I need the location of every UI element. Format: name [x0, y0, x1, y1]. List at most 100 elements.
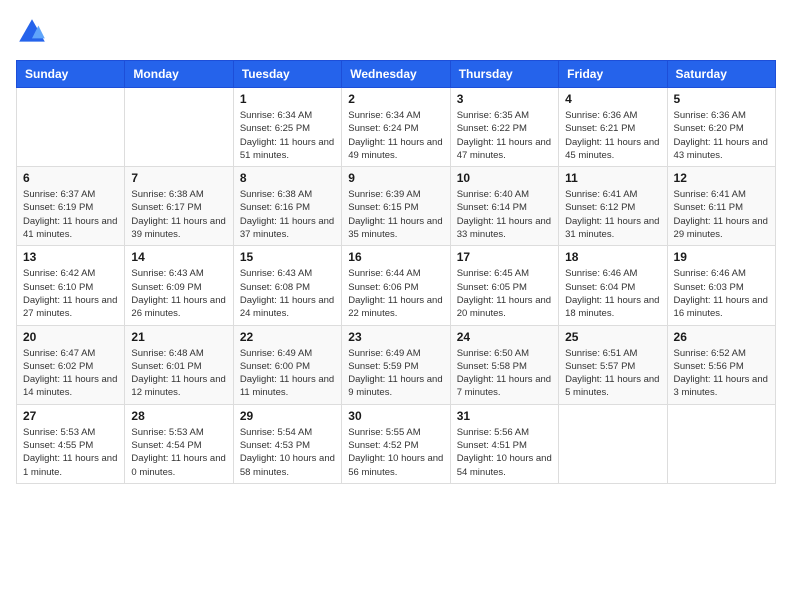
day-info: Sunrise: 6:35 AM Sunset: 6:22 PM Dayligh…: [457, 109, 552, 162]
calendar-cell: 20 Sunrise: 6:47 AM Sunset: 6:02 PM Dayli…: [17, 325, 125, 404]
calendar-cell: 9 Sunrise: 6:39 AM Sunset: 6:15 PM Daylig…: [342, 167, 450, 246]
calendar-cell: 26 Sunrise: 6:52 AM Sunset: 5:56 PM Dayli…: [667, 325, 775, 404]
day-number: 1: [240, 92, 335, 106]
calendar-cell: 4 Sunrise: 6:36 AM Sunset: 6:21 PM Daylig…: [559, 88, 667, 167]
day-info: Sunrise: 6:42 AM Sunset: 6:10 PM Dayligh…: [23, 267, 118, 320]
day-number: 22: [240, 330, 335, 344]
day-number: 20: [23, 330, 118, 344]
day-info: Sunrise: 6:44 AM Sunset: 6:06 PM Dayligh…: [348, 267, 443, 320]
calendar-cell: 11 Sunrise: 6:41 AM Sunset: 6:12 PM Dayli…: [559, 167, 667, 246]
day-info: Sunrise: 6:50 AM Sunset: 5:58 PM Dayligh…: [457, 347, 552, 400]
calendar-cell: 10 Sunrise: 6:40 AM Sunset: 6:14 PM Dayli…: [450, 167, 558, 246]
day-info: Sunrise: 5:54 AM Sunset: 4:53 PM Dayligh…: [240, 426, 335, 479]
day-info: Sunrise: 6:34 AM Sunset: 6:25 PM Dayligh…: [240, 109, 335, 162]
day-number: 26: [674, 330, 769, 344]
day-number: 9: [348, 171, 443, 185]
day-of-week-header: Tuesday: [233, 61, 341, 88]
calendar-cell: [17, 88, 125, 167]
day-info: Sunrise: 6:51 AM Sunset: 5:57 PM Dayligh…: [565, 347, 660, 400]
day-number: 13: [23, 250, 118, 264]
day-number: 30: [348, 409, 443, 423]
day-info: Sunrise: 6:43 AM Sunset: 6:08 PM Dayligh…: [240, 267, 335, 320]
day-info: Sunrise: 6:40 AM Sunset: 6:14 PM Dayligh…: [457, 188, 552, 241]
day-number: 24: [457, 330, 552, 344]
calendar-cell: 19 Sunrise: 6:46 AM Sunset: 6:03 PM Dayli…: [667, 246, 775, 325]
day-info: Sunrise: 6:39 AM Sunset: 6:15 PM Dayligh…: [348, 188, 443, 241]
calendar-cell: 21 Sunrise: 6:48 AM Sunset: 6:01 PM Dayli…: [125, 325, 233, 404]
day-of-week-header: Saturday: [667, 61, 775, 88]
day-number: 19: [674, 250, 769, 264]
day-number: 21: [131, 330, 226, 344]
calendar-cell: 17Sunrise: 6:45 AM Sunset: 6:05 PM Dayli…: [450, 246, 558, 325]
day-info: Sunrise: 6:38 AM Sunset: 6:17 PM Dayligh…: [131, 188, 226, 241]
logo: [16, 16, 52, 48]
day-number: 16: [348, 250, 443, 264]
day-info: Sunrise: 6:36 AM Sunset: 6:21 PM Dayligh…: [565, 109, 660, 162]
calendar-cell: 6Sunrise: 6:37 AM Sunset: 6:19 PM Daylig…: [17, 167, 125, 246]
day-number: 10: [457, 171, 552, 185]
calendar-cell: 23 Sunrise: 6:49 AM Sunset: 5:59 PM Dayli…: [342, 325, 450, 404]
calendar-cell: 8Sunrise: 6:38 AM Sunset: 6:16 PM Daylig…: [233, 167, 341, 246]
calendar-table: SundayMondayTuesdayWednesdayThursdayFrid…: [16, 60, 776, 484]
day-info: Sunrise: 5:53 AM Sunset: 4:55 PM Dayligh…: [23, 426, 118, 479]
calendar-week-row: 13 Sunrise: 6:42 AM Sunset: 6:10 PM Dayli…: [17, 246, 776, 325]
day-info: Sunrise: 6:34 AM Sunset: 6:24 PM Dayligh…: [348, 109, 443, 162]
calendar-cell: [667, 404, 775, 483]
calendar-cell: 31Sunrise: 5:56 AM Sunset: 4:51 PM Dayli…: [450, 404, 558, 483]
day-number: 23: [348, 330, 443, 344]
day-number: 12: [674, 171, 769, 185]
calendar-cell: [125, 88, 233, 167]
day-of-week-header: Sunday: [17, 61, 125, 88]
day-info: Sunrise: 6:49 AM Sunset: 5:59 PM Dayligh…: [348, 347, 443, 400]
day-info: Sunrise: 6:52 AM Sunset: 5:56 PM Dayligh…: [674, 347, 769, 400]
calendar-cell: 2Sunrise: 6:34 AM Sunset: 6:24 PM Daylig…: [342, 88, 450, 167]
day-number: 6: [23, 171, 118, 185]
calendar-cell: [559, 404, 667, 483]
day-of-week-header: Monday: [125, 61, 233, 88]
calendar-cell: 7 Sunrise: 6:38 AM Sunset: 6:17 PM Daylig…: [125, 167, 233, 246]
day-info: Sunrise: 6:38 AM Sunset: 6:16 PM Dayligh…: [240, 188, 335, 241]
day-info: Sunrise: 6:41 AM Sunset: 6:11 PM Dayligh…: [674, 188, 769, 241]
calendar-cell: 29 Sunrise: 5:54 AM Sunset: 4:53 PM Dayli…: [233, 404, 341, 483]
calendar-week-row: 20 Sunrise: 6:47 AM Sunset: 6:02 PM Dayli…: [17, 325, 776, 404]
day-number: 4: [565, 92, 660, 106]
day-number: 25: [565, 330, 660, 344]
day-info: Sunrise: 6:46 AM Sunset: 6:03 PM Dayligh…: [674, 267, 769, 320]
day-of-week-header: Friday: [559, 61, 667, 88]
calendar-cell: 27Sunrise: 5:53 AM Sunset: 4:55 PM Dayli…: [17, 404, 125, 483]
day-info: Sunrise: 6:41 AM Sunset: 6:12 PM Dayligh…: [565, 188, 660, 241]
day-number: 17: [457, 250, 552, 264]
day-info: Sunrise: 6:49 AM Sunset: 6:00 PM Dayligh…: [240, 347, 335, 400]
calendar-cell: 15 Sunrise: 6:43 AM Sunset: 6:08 PM Dayli…: [233, 246, 341, 325]
calendar-cell: 30Sunrise: 5:55 AM Sunset: 4:52 PM Dayli…: [342, 404, 450, 483]
day-number: 14: [131, 250, 226, 264]
calendar-cell: 18Sunrise: 6:46 AM Sunset: 6:04 PM Dayli…: [559, 246, 667, 325]
calendar-cell: 25 Sunrise: 6:51 AM Sunset: 5:57 PM Dayli…: [559, 325, 667, 404]
day-info: Sunrise: 6:48 AM Sunset: 6:01 PM Dayligh…: [131, 347, 226, 400]
calendar-header-row: SundayMondayTuesdayWednesdayThursdayFrid…: [17, 61, 776, 88]
day-info: Sunrise: 5:56 AM Sunset: 4:51 PM Dayligh…: [457, 426, 552, 479]
day-number: 29: [240, 409, 335, 423]
day-info: Sunrise: 6:43 AM Sunset: 6:09 PM Dayligh…: [131, 267, 226, 320]
calendar-cell: 24 Sunrise: 6:50 AM Sunset: 5:58 PM Dayli…: [450, 325, 558, 404]
day-number: 7: [131, 171, 226, 185]
page-header: [16, 16, 776, 48]
calendar-cell: 12 Sunrise: 6:41 AM Sunset: 6:11 PM Dayli…: [667, 167, 775, 246]
day-number: 18: [565, 250, 660, 264]
day-number: 15: [240, 250, 335, 264]
calendar-cell: 5Sunrise: 6:36 AM Sunset: 6:20 PM Daylig…: [667, 88, 775, 167]
logo-icon: [16, 16, 48, 48]
calendar-cell: 1 Sunrise: 6:34 AM Sunset: 6:25 PM Daylig…: [233, 88, 341, 167]
day-info: Sunrise: 6:36 AM Sunset: 6:20 PM Dayligh…: [674, 109, 769, 162]
calendar-cell: 22 Sunrise: 6:49 AM Sunset: 6:00 PM Dayli…: [233, 325, 341, 404]
calendar-cell: 16 Sunrise: 6:44 AM Sunset: 6:06 PM Dayli…: [342, 246, 450, 325]
day-info: Sunrise: 6:47 AM Sunset: 6:02 PM Dayligh…: [23, 347, 118, 400]
day-number: 11: [565, 171, 660, 185]
calendar-cell: 28 Sunrise: 5:53 AM Sunset: 4:54 PM Dayli…: [125, 404, 233, 483]
day-info: Sunrise: 5:53 AM Sunset: 4:54 PM Dayligh…: [131, 426, 226, 479]
calendar-week-row: 1 Sunrise: 6:34 AM Sunset: 6:25 PM Daylig…: [17, 88, 776, 167]
day-of-week-header: Thursday: [450, 61, 558, 88]
calendar-cell: 14 Sunrise: 6:43 AM Sunset: 6:09 PM Dayli…: [125, 246, 233, 325]
calendar-week-row: 27Sunrise: 5:53 AM Sunset: 4:55 PM Dayli…: [17, 404, 776, 483]
day-number: 28: [131, 409, 226, 423]
